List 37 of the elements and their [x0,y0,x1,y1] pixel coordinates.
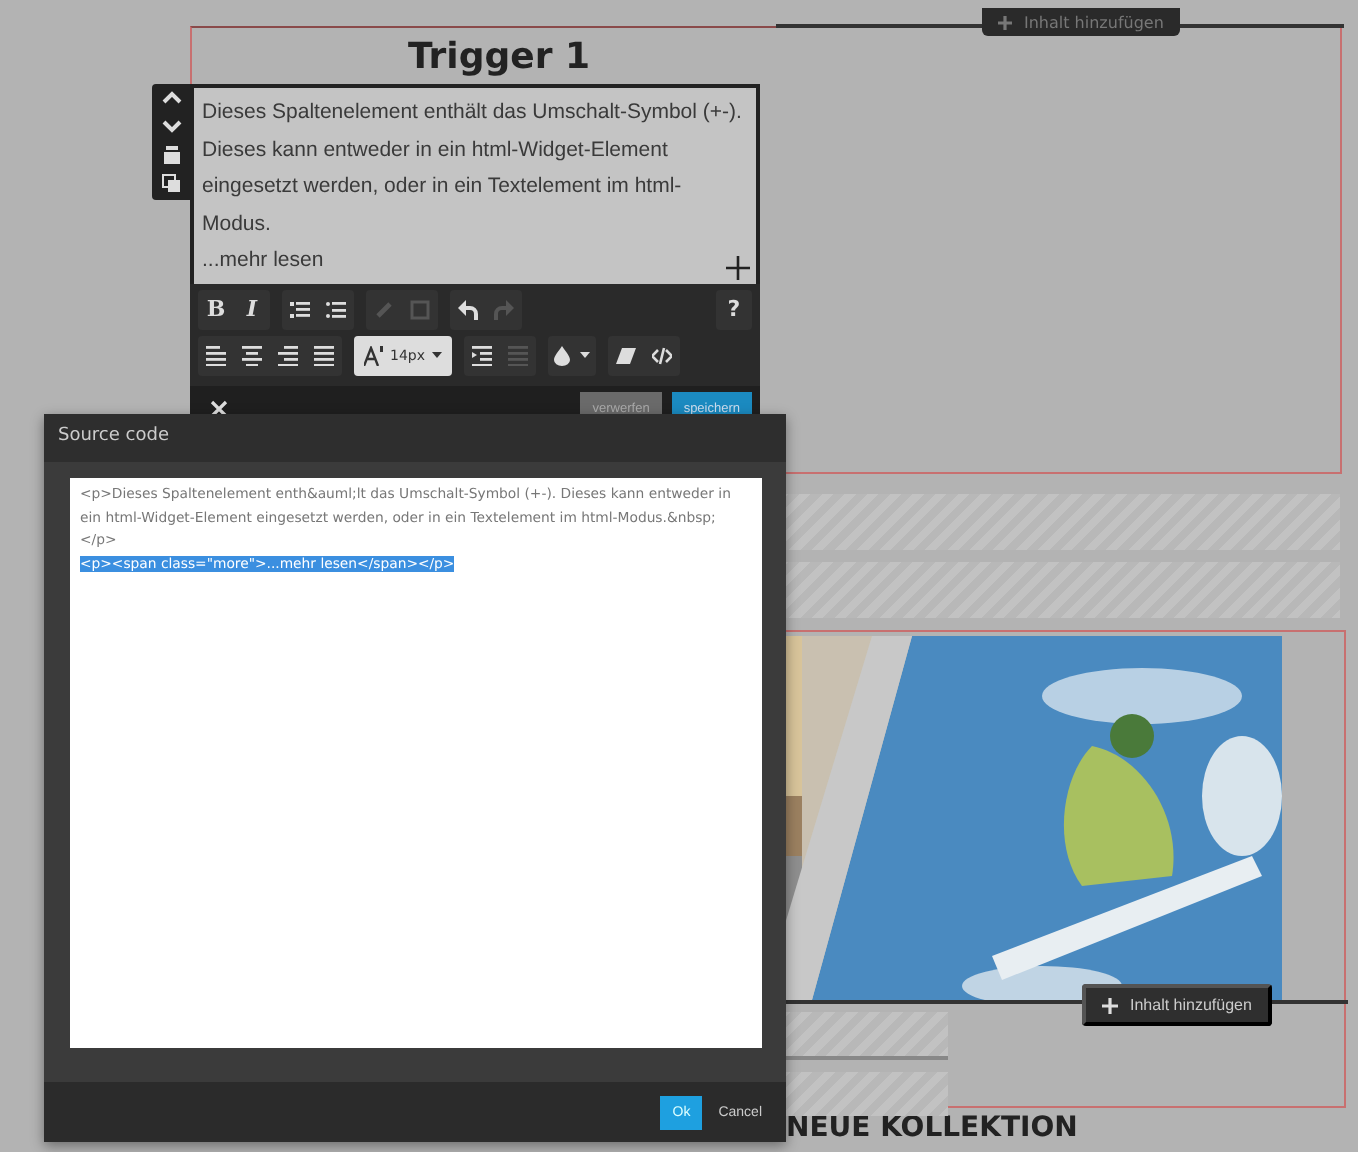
close-icon [210,399,228,417]
align-justify-icon [314,345,334,365]
source-code-field[interactable] [70,478,762,1048]
redo-icon [494,299,514,319]
eraser-icon [615,345,635,365]
code-icon [651,345,671,365]
align-right-icon [278,345,298,365]
caret-icon [579,352,589,358]
editor-text: Dieses Spaltenelement enthält das Umschalt-Symbol (+-). Dieses kann entweder in ein html-Widget-Element eingesetzt werden, oder in ein Textelement im html-Modus. [202,98,744,239]
outdent-icon [507,345,527,365]
align-center-icon [242,345,262,365]
trash-button[interactable] [161,146,181,166]
read-more-text: ...mehr lesen [202,246,324,276]
chevron-down-button[interactable] [161,118,181,138]
help-button[interactable]: ? [716,289,752,329]
bold-button[interactable]: B [198,289,234,329]
dialog-title: Source code [58,426,169,446]
section-title: Trigger 1 [408,36,590,78]
add-content-button[interactable]: Inhalt hinzufügen [1082,984,1272,1026]
bullet-list-icon [326,299,346,319]
ordered-list-icon [290,299,310,319]
plus-icon [998,16,1012,30]
text-editor[interactable]: Dieses Spaltenelement enthält das Umschalt-Symbol (+-). Dieses kann entweder in ein html-Widget-Element eingesetzt werden, oder in ein Textelement im html-Modus. ...mehr lesen [190,84,760,283]
italic-button[interactable]: I [234,289,270,329]
copy-icon [161,174,181,194]
copy-button[interactable] [161,174,181,194]
align-left-icon [206,345,226,365]
drop-icon [553,345,569,365]
caret-icon [431,352,441,358]
plus-icon [1102,997,1118,1013]
section-heading: NEUE KOLLEKTION [786,1114,1080,1142]
trash-icon [161,146,181,166]
chevron-down-icon [161,118,181,138]
font-size-icon [364,345,384,365]
indent-icon [471,345,491,365]
plus-icon [726,255,750,279]
undo-icon [458,299,478,319]
